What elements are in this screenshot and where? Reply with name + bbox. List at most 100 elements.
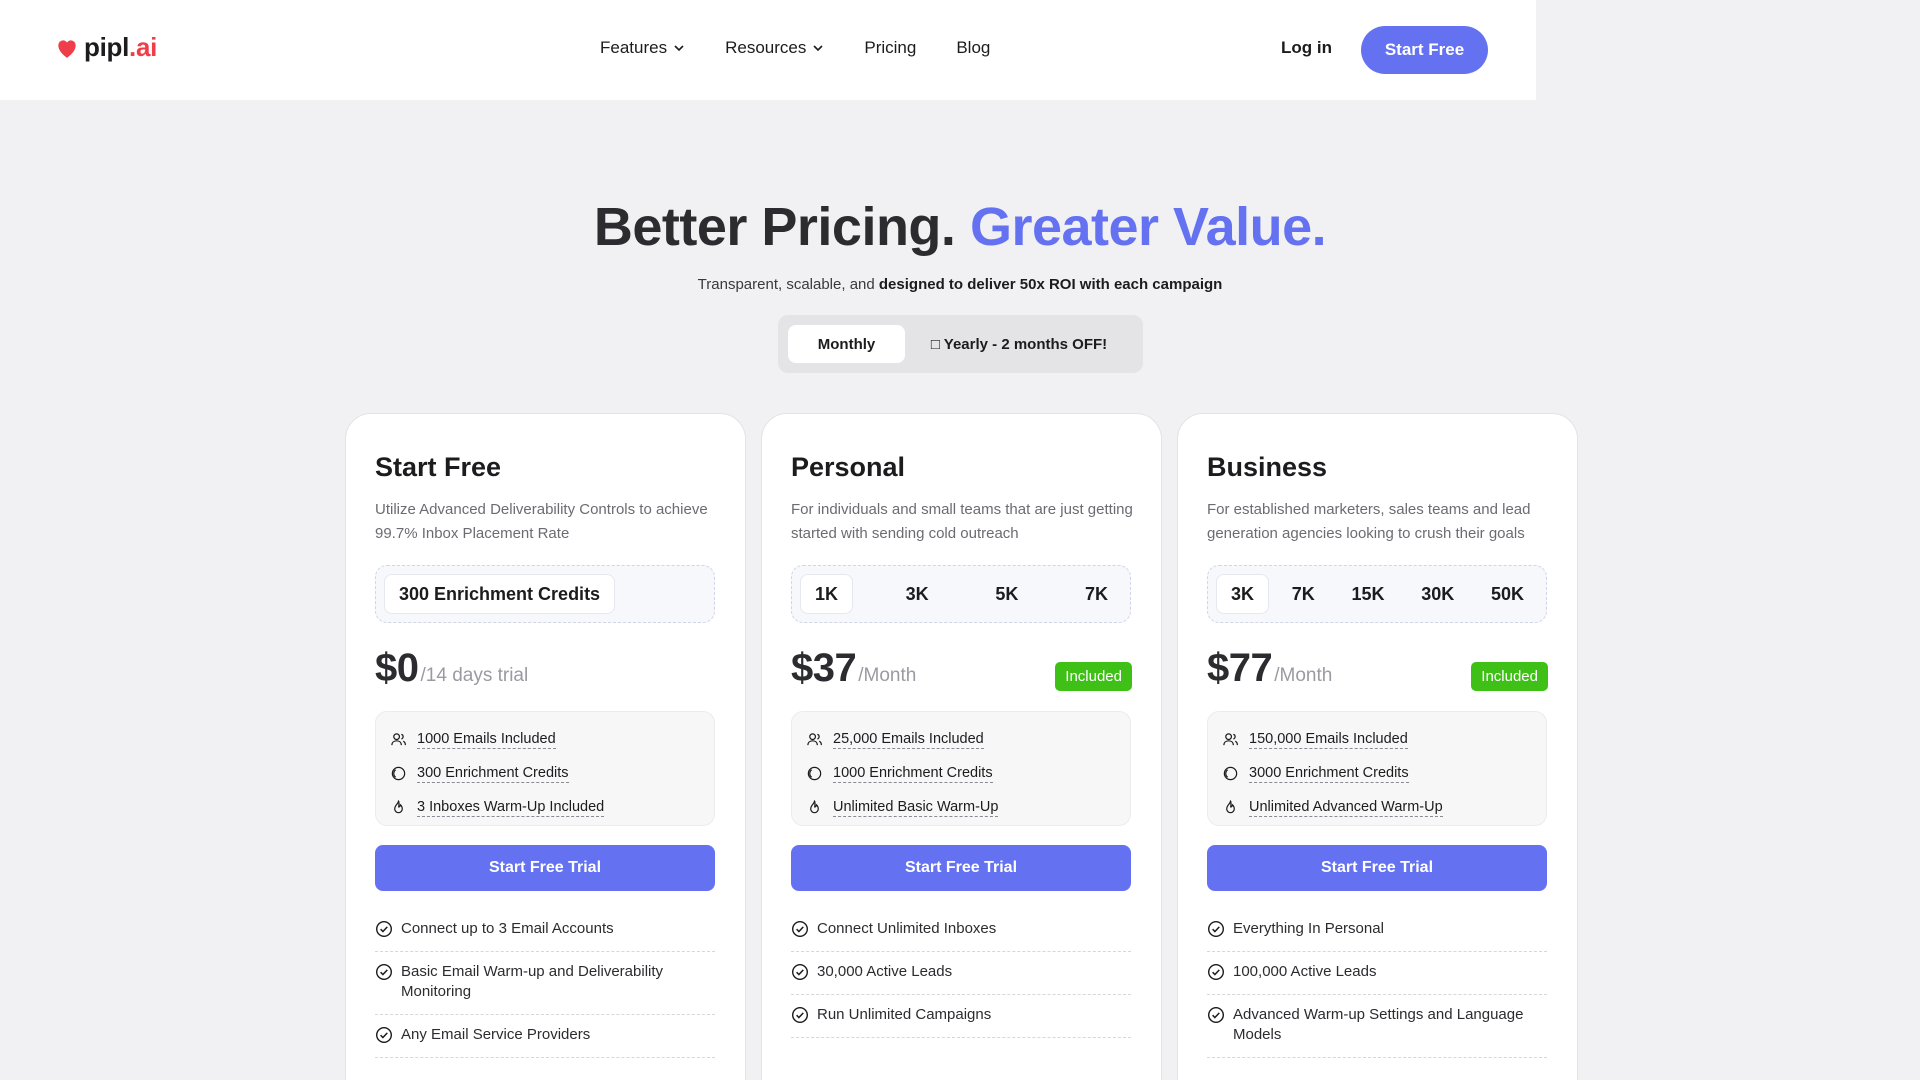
included-item-label: Unlimited Advanced Warm-Up	[1249, 798, 1443, 817]
included-item: 3000 Enrichment Credits	[1222, 756, 1532, 790]
check-circle-icon	[791, 920, 809, 938]
included-item: 3 Inboxes Warm-Up Included	[390, 790, 700, 824]
feature-label: Advanced Warm-up Settings and Language M…	[1233, 1006, 1524, 1043]
subtitle-bold: designed to deliver 50x ROI with each ca…	[878, 276, 1223, 293]
subtitle-plain: Transparent, scalable, and	[697, 276, 879, 293]
credit-option[interactable]: 1K	[800, 574, 854, 614]
nav-item-blog[interactable]: Blog	[956, 38, 990, 58]
feature-label: Any Email Service Providers	[401, 1026, 591, 1043]
included-item: Unlimited Advanced Warm-Up	[1222, 790, 1532, 824]
site-header: pipl.ai Features Resources Pricing Blog …	[0, 0, 1536, 100]
monthly-option[interactable]: Monthly	[788, 325, 905, 363]
feature-list: Connect Unlimited Inboxes 30,000 Active …	[791, 909, 1131, 1038]
credit-selector: 1K 3K 5K 7K	[791, 565, 1131, 623]
nav-item-label: Resources	[725, 38, 807, 57]
included-item: 1000 Enrichment Credits	[806, 756, 1116, 790]
flame-icon	[810, 799, 819, 813]
credit-option[interactable]: 3K	[1216, 574, 1270, 614]
included-item: 1000 Emails Included	[390, 722, 700, 756]
price-amount: $77	[1207, 646, 1273, 690]
start-free-trial-button[interactable]: Start Free Trial	[375, 845, 715, 891]
plan-description: For established marketers, sales teams a…	[1207, 501, 1531, 542]
plan-description: Utilize Advanced Deliverability Controls…	[375, 501, 708, 542]
nav-item-pricing[interactable]: Pricing	[864, 38, 916, 58]
users-icon	[391, 732, 407, 745]
login-link[interactable]: Log in	[1281, 38, 1332, 58]
billing-period-toggle: Monthly □ Yearly - 2 months OFF!	[778, 315, 1143, 373]
included-item-label: 300 Enrichment Credits	[417, 764, 569, 783]
credit-option[interactable]: 7K	[1278, 574, 1329, 614]
included-item-label: 3 Inboxes Warm-Up Included	[417, 798, 605, 817]
plan-name: Start Free	[375, 452, 502, 482]
included-item-label: 25,000 Emails Included	[833, 730, 984, 749]
credit-option[interactable]: 7K	[1071, 574, 1122, 614]
users-icon	[807, 732, 823, 745]
nav-item-features[interactable]: Features	[600, 38, 685, 58]
feature-item: Everything In Personal	[1207, 909, 1547, 952]
included-item-label: 1000 Enrichment Credits	[833, 764, 993, 783]
check-circle-icon	[1207, 963, 1225, 981]
check-circle-icon	[791, 963, 809, 981]
credit-option[interactable]: 3K	[892, 574, 943, 614]
plan-name: Personal	[791, 452, 906, 482]
plan-price: $37 /Month	[791, 646, 916, 691]
feature-item: 100,000 Active Leads	[1207, 952, 1547, 995]
coins-icon	[807, 766, 822, 780]
nav-item-resources[interactable]: Resources	[725, 38, 824, 58]
included-box: 1000 Emails Included 300 Enrichment Cred…	[375, 711, 715, 826]
credit-option[interactable]: 15K	[1337, 574, 1398, 614]
credit-option[interactable]: 5K	[981, 574, 1032, 614]
credit-option[interactable]: 50K	[1477, 574, 1538, 614]
page-subtitle: Transparent, scalable, and designed to d…	[0, 276, 1920, 293]
feature-item: Run Unlimited Campaigns	[791, 995, 1131, 1038]
chevron-down-icon	[813, 45, 823, 52]
plan-description: For individuals and small teams that are…	[791, 501, 1133, 542]
title-accent: Greater Value.	[969, 197, 1327, 257]
included-box: 25,000 Emails Included 1000 Enrichment C…	[791, 711, 1131, 826]
plan-card-personal: Personal For individuals and small teams…	[761, 413, 1162, 1080]
start-free-trial-button[interactable]: Start Free Trial	[1207, 845, 1547, 891]
check-circle-icon	[1207, 920, 1225, 938]
yearly-option[interactable]: □ Yearly - 2 months OFF!	[905, 325, 1133, 363]
included-item-label: Unlimited Basic Warm-Up	[833, 798, 999, 817]
users-icon	[1223, 732, 1239, 745]
flame-icon	[1226, 799, 1235, 813]
start-free-button[interactable]: Start Free	[1361, 26, 1488, 74]
included-box: 150,000 Emails Included 3000 Enrichment …	[1207, 711, 1547, 826]
credit-option[interactable]: 30K	[1407, 574, 1468, 614]
included-badge: Included	[1471, 662, 1548, 691]
nav-item-label: Pricing	[864, 38, 917, 57]
check-circle-icon	[1207, 1006, 1225, 1024]
coins-icon	[391, 766, 406, 780]
nav-item-label: Features	[600, 38, 668, 57]
start-free-trial-button[interactable]: Start Free Trial	[791, 845, 1131, 891]
nav-item-label: Blog	[956, 38, 991, 57]
included-item-label: 1000 Emails Included	[417, 730, 556, 749]
plan-card-start-free: Start Free Utilize Advanced Deliverabili…	[345, 413, 746, 1080]
included-item-label: 150,000 Emails Included	[1249, 730, 1408, 749]
feature-item: Connect Unlimited Inboxes	[791, 909, 1131, 952]
included-item-label: 3000 Enrichment Credits	[1249, 764, 1409, 783]
price-period: /Month	[858, 665, 917, 686]
included-item: 25,000 Emails Included	[806, 722, 1116, 756]
brand-name-main: pipl	[84, 32, 130, 62]
plan-price: $0 /14 days trial	[375, 646, 528, 691]
plan-price: $77 /Month	[1207, 646, 1332, 691]
check-circle-icon	[375, 920, 393, 938]
feature-label: 30,000 Active Leads	[817, 963, 953, 980]
feature-label: Connect Unlimited Inboxes	[817, 920, 997, 937]
credit-selector: 3K 7K 15K 30K 50K	[1207, 565, 1547, 623]
feature-label: Run Unlimited Campaigns	[817, 1006, 992, 1023]
feature-list: Everything In Personal 100,000 Active Le…	[1207, 909, 1547, 1058]
included-item: 150,000 Emails Included	[1222, 722, 1532, 756]
flame-icon	[394, 799, 403, 813]
credit-option[interactable]: 300 Enrichment Credits	[384, 574, 616, 614]
check-circle-icon	[375, 1026, 393, 1044]
check-circle-icon	[375, 963, 393, 981]
brand-logo[interactable]: pipl.ai	[54, 32, 157, 63]
feature-item: Connect up to 3 Email Accounts	[375, 909, 715, 952]
plan-name: Business	[1207, 452, 1328, 482]
coins-icon	[1223, 766, 1238, 780]
page-title: Better Pricing. Greater Value.	[0, 196, 1920, 258]
price-period: /Month	[1274, 665, 1333, 686]
